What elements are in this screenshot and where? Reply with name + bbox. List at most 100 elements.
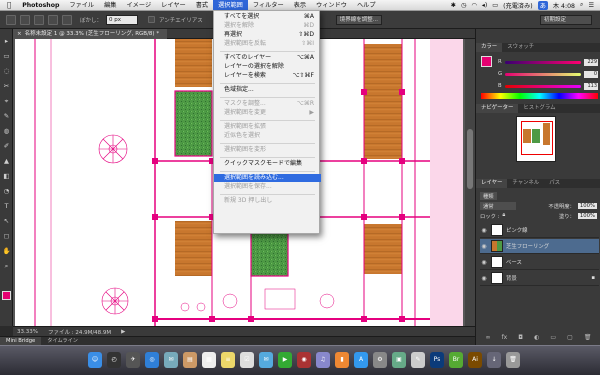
menu-select[interactable]: 選択範囲 bbox=[213, 0, 248, 11]
zoom-level[interactable]: 33.33% bbox=[17, 329, 38, 335]
menu-layer[interactable]: レイヤー bbox=[156, 0, 191, 11]
facetime-icon[interactable]: ▶ bbox=[278, 352, 292, 368]
tab-channels[interactable]: チャンネル bbox=[507, 179, 544, 188]
illustrator-icon[interactable]: Ai bbox=[468, 352, 482, 368]
bridge-icon[interactable]: Br bbox=[449, 352, 463, 368]
eye-icon[interactable]: ◉ bbox=[480, 243, 488, 250]
apple-icon[interactable]:  bbox=[0, 1, 17, 9]
layer-row-selected[interactable]: ◉ 芝生フローリング bbox=[480, 239, 599, 254]
blend-mode-select[interactable]: 通常 bbox=[480, 201, 516, 210]
eyedropper-tool-icon[interactable]: ⌖ bbox=[2, 97, 11, 106]
preferences-icon[interactable]: ⚙ bbox=[373, 352, 387, 368]
red-slider[interactable] bbox=[504, 60, 581, 64]
history-brush-tool-icon[interactable]: ✐ bbox=[2, 142, 11, 151]
clock-icon[interactable]: ◷ bbox=[461, 2, 466, 9]
battery-icon[interactable]: ▭ bbox=[492, 2, 498, 9]
mail-icon[interactable]: ✉ bbox=[164, 352, 178, 368]
layer-row[interactable]: ◉ 背景 ▪ bbox=[480, 271, 599, 286]
layer-row[interactable]: ◉ ピンク線 bbox=[480, 223, 599, 238]
vertical-scrollbar[interactable] bbox=[465, 39, 475, 326]
itunes-icon[interactable]: ♫ bbox=[316, 352, 330, 368]
menu-view[interactable]: 表示 bbox=[289, 0, 311, 11]
menu-item[interactable]: クイックマスクモードで編集 bbox=[214, 160, 321, 168]
menu-item[interactable]: レイヤーの選択を解除 bbox=[214, 63, 321, 71]
reminders-icon[interactable]: ☑ bbox=[240, 352, 254, 368]
battery-status[interactable]: (充電済み) bbox=[503, 1, 533, 10]
fx-icon[interactable]: fx bbox=[502, 334, 508, 343]
lasso-tool-icon[interactable]: ◌ bbox=[2, 67, 11, 76]
layer-name[interactable]: ピンク線 bbox=[506, 226, 528, 234]
trash-icon[interactable]: 🗑︎ bbox=[506, 352, 520, 368]
spotlight-icon[interactable]: ⌕ bbox=[580, 1, 583, 9]
move-tool-icon[interactable]: ▸ bbox=[2, 37, 11, 46]
contacts-icon[interactable]: ▤ bbox=[183, 352, 197, 368]
textedit-icon[interactable]: ✎ bbox=[411, 352, 425, 368]
menu-item[interactable]: すべてを選択 ⌘A bbox=[214, 13, 321, 21]
adjustment-icon[interactable]: ◐ bbox=[534, 334, 539, 343]
menu-image[interactable]: イメージ bbox=[122, 0, 157, 11]
green-value[interactable]: 0 bbox=[584, 70, 598, 78]
shape-tool-icon[interactable]: ◻ bbox=[2, 232, 11, 241]
menu-filter[interactable]: フィルター bbox=[248, 0, 289, 11]
eye-icon[interactable]: ◉ bbox=[480, 227, 488, 234]
blue-slider[interactable] bbox=[504, 84, 581, 88]
launchpad-icon[interactable]: ✈ bbox=[126, 352, 140, 368]
foreground-color-swatch[interactable] bbox=[481, 56, 492, 67]
finder-icon[interactable]: ☺ bbox=[88, 352, 102, 368]
tab-layers[interactable]: レイヤー bbox=[476, 179, 508, 188]
feather-field[interactable]: 0 px bbox=[106, 14, 139, 25]
app-store-icon[interactable]: A bbox=[354, 352, 368, 368]
intersect-selection-button[interactable] bbox=[62, 14, 72, 25]
color-ramp[interactable] bbox=[481, 93, 598, 99]
notes-icon[interactable]: ≡ bbox=[221, 352, 235, 368]
folder-icon[interactable]: ▭ bbox=[550, 334, 556, 343]
wifi-icon[interactable]: ◠ bbox=[471, 2, 476, 9]
add-selection-button[interactable] bbox=[34, 14, 44, 25]
photo-booth-icon[interactable]: ◉ bbox=[297, 352, 311, 368]
bluetooth-icon[interactable]: ✱ bbox=[451, 2, 456, 9]
workspace-select[interactable]: 初期設定 bbox=[540, 14, 592, 25]
antialias-checkbox[interactable] bbox=[148, 16, 156, 23]
eraser-tool-icon[interactable]: ▲ bbox=[2, 157, 11, 166]
layer-name[interactable]: ベース bbox=[506, 258, 522, 266]
mask-icon[interactable]: ◘ bbox=[518, 334, 523, 343]
path-select-tool-icon[interactable]: ↖ bbox=[2, 217, 11, 226]
eye-icon[interactable]: ◉ bbox=[480, 275, 488, 282]
zoom-tool-icon[interactable]: ⌕ bbox=[2, 262, 11, 271]
dodge-tool-icon[interactable]: ◔ bbox=[2, 187, 11, 196]
blue-value[interactable]: 113 bbox=[584, 82, 598, 90]
brush-tool-icon[interactable]: ✎ bbox=[2, 112, 11, 121]
lock-icon[interactable]: 🔒︎ bbox=[502, 212, 505, 219]
photoshop-icon[interactable]: Ps bbox=[430, 352, 444, 368]
downloads-icon[interactable]: ↓ bbox=[487, 352, 501, 368]
tab-navigator[interactable]: ナビゲーター bbox=[476, 104, 519, 113]
menu-help[interactable]: ヘルプ bbox=[352, 0, 381, 11]
input-method-badge[interactable]: あ bbox=[537, 0, 548, 10]
foreground-color-swatch[interactable] bbox=[2, 291, 11, 300]
subtract-selection-button[interactable] bbox=[48, 14, 58, 25]
tab-color[interactable]: カラー bbox=[476, 43, 503, 52]
document-tab[interactable]: × 名称未設定 1 @ 33.3% (芝生フローリング, RGB/8) * bbox=[13, 29, 168, 39]
eye-icon[interactable]: ◉ bbox=[480, 259, 488, 266]
calendar-icon[interactable]: ▦ bbox=[202, 352, 216, 368]
trash-icon[interactable]: 🗑︎ bbox=[584, 334, 592, 343]
layer-name[interactable]: 背景 bbox=[506, 274, 517, 282]
marquee-tool-icon[interactable]: ▭ bbox=[2, 52, 11, 61]
scrollbar-thumb[interactable] bbox=[467, 129, 473, 189]
messages-icon[interactable]: ✉ bbox=[259, 352, 273, 368]
menu-photoshop[interactable]: Photoshop bbox=[17, 0, 64, 11]
menu-item[interactable]: レイヤーを検索 ⌥⇧⌘F bbox=[214, 72, 321, 80]
new-selection-button[interactable] bbox=[20, 14, 30, 25]
menu-item[interactable]: 選択範囲を読み込む... bbox=[214, 174, 321, 182]
volume-icon[interactable]: ◂) bbox=[482, 2, 488, 9]
list-icon[interactable]: ☰ bbox=[588, 2, 594, 9]
tab-histogram[interactable]: ヒストグラム bbox=[518, 104, 560, 113]
menu-item[interactable]: すべてのレイヤー ⌥⌘A bbox=[214, 54, 321, 62]
hand-tool-icon[interactable]: ✋ bbox=[2, 247, 11, 256]
crop-tool-icon[interactable]: ✂ bbox=[2, 82, 11, 91]
ibooks-icon[interactable]: ▮ bbox=[335, 352, 349, 368]
tool-preset-button[interactable] bbox=[6, 14, 16, 25]
opacity-field[interactable]: 100% bbox=[577, 202, 597, 209]
safari-icon[interactable]: ◎ bbox=[145, 352, 159, 368]
type-tool-icon[interactable]: T bbox=[2, 202, 11, 211]
